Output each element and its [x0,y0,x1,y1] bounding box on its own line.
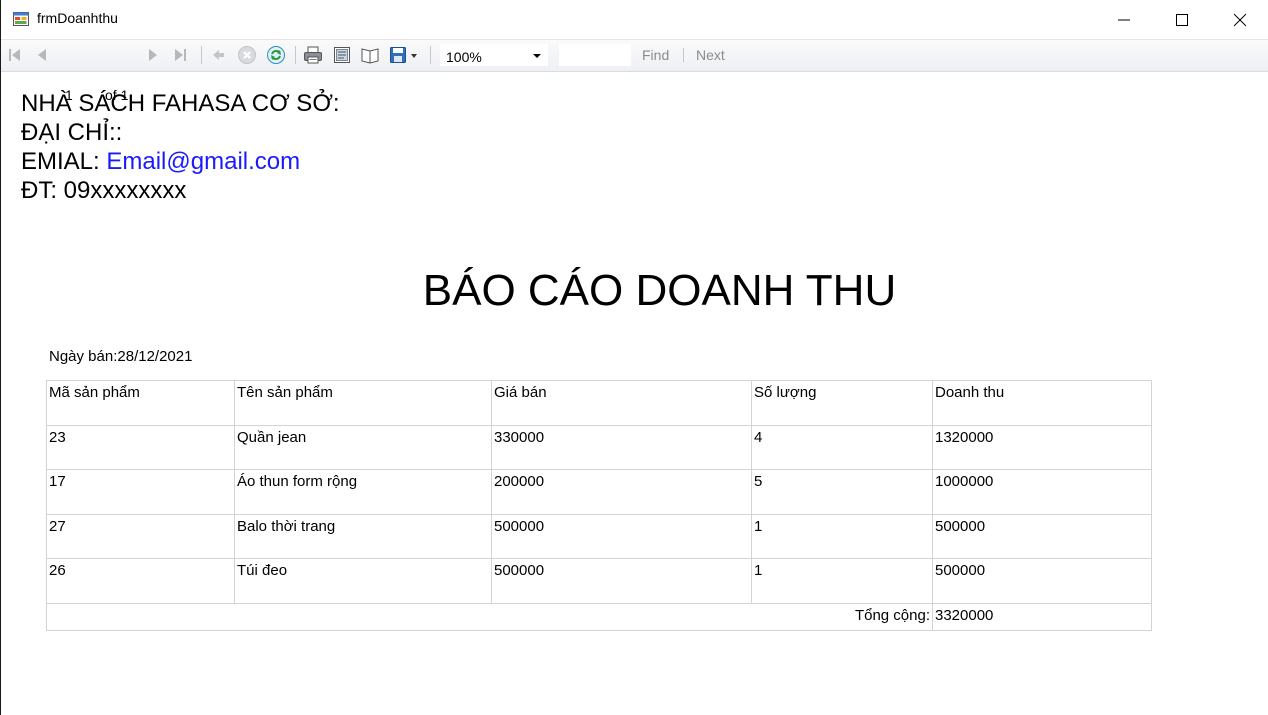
product-name-cell: Túi đeo [234,558,492,604]
sale-date: Ngày bán:28/12/2021 [49,348,193,365]
total-label: Tổng cộng: [46,602,933,631]
email-label: EMIAL: [21,148,100,175]
page-setup-icon [361,48,379,64]
table-header-row: Mã sản phẩm Tên sản phẩm Giá bán Số lượn… [46,380,1152,426]
stop-icon [238,46,256,64]
save-export-icon [390,47,417,63]
minimize-icon [1118,19,1130,21]
refresh-icon [267,46,285,64]
column-header: Số lượng [751,380,933,426]
revenue-table: Mã sản phẩm Tên sản phẩm Giá bán Số lượn… [46,380,1152,631]
column-header: Tên sản phẩm [234,380,492,426]
address-line: ĐẠI CHỈ:: [21,119,123,146]
previous-page-icon [38,49,46,61]
print-layout-icon [334,47,350,63]
back-button[interactable] [210,45,226,65]
product-id-cell: 23 [46,424,235,470]
revenue-cell: 500000 [932,513,1152,559]
stop-button[interactable] [237,45,257,65]
table-row: 26 Túi đeo 500000 1 500000 [46,558,1152,604]
total-value: 3320000 [932,602,1152,631]
maximize-icon [1176,14,1188,26]
revenue-cell: 500000 [932,558,1152,604]
report-toolbar: of 1 [1,40,1268,104]
zoom-value: 100% [446,49,482,65]
refresh-button[interactable] [266,45,286,65]
next-page-icon [149,49,157,61]
table-row: 23 Quần jean 330000 4 1320000 [46,424,1152,470]
find-separator [683,48,684,62]
revenue-cell: 1320000 [932,424,1152,470]
close-button[interactable] [1211,0,1268,39]
column-header: Doanh thu [932,380,1152,426]
back-arrow-icon [213,50,224,60]
printer-icon [304,46,322,64]
column-header: Giá bán [491,380,752,426]
price-cell: 500000 [491,513,752,559]
email-link[interactable]: Email@gmail.com [106,148,300,175]
table-row: 27 Balo thời trang 500000 1 500000 [46,513,1152,559]
minimize-button[interactable] [1095,0,1153,39]
toolbar-separator [430,46,431,64]
print-button[interactable] [303,45,323,65]
report-viewer-window: frmDoanhthu of 1 [0,0,1268,715]
revenue-cell: 1000000 [932,469,1152,515]
app-form-icon [13,12,29,26]
column-header: Mã sản phẩm [46,380,235,426]
email-line: EMIAL: Email@gmail.com [21,147,300,176]
price-cell: 200000 [491,469,752,515]
page-setup-button[interactable] [360,45,380,65]
store-name: NHÀ SÁCH FAHASA CƠ SỞ: [21,90,340,117]
previous-page-button[interactable] [35,45,49,65]
close-icon [1233,13,1247,27]
product-id-cell: 26 [46,558,235,604]
table-total-row: Tổng cộng: 3320000 [46,602,1152,631]
find-text-input[interactable] [559,44,631,66]
table-row: 17 Áo thun form rộng 200000 5 1000000 [46,469,1152,515]
phone-line: ĐT: 09xxxxxxxx [21,177,187,204]
export-button[interactable] [389,45,419,65]
first-page-icon [9,49,20,61]
chevron-down-icon [533,54,541,58]
last-page-icon [175,49,186,61]
price-cell: 500000 [491,558,752,604]
window-title: frmDoanhthu [37,10,118,26]
quantity-cell: 1 [751,513,933,559]
next-link[interactable]: Next [696,47,725,63]
report-title: BÁO CÁO DOANH THU [422,266,897,315]
price-cell: 330000 [491,424,752,470]
toolbar-separator [201,46,202,64]
quantity-cell: 5 [751,469,933,515]
zoom-dropdown[interactable]: 100% [440,44,548,66]
product-id-cell: 17 [46,469,235,515]
next-page-button[interactable] [146,45,160,65]
quantity-cell: 4 [751,424,933,470]
last-page-button[interactable] [172,45,188,65]
title-bar: frmDoanhthu [1,0,1268,40]
product-name-cell: Balo thời trang [234,513,492,559]
first-page-button[interactable] [7,45,23,65]
find-link[interactable]: Find [642,47,669,63]
product-id-cell: 27 [46,513,235,559]
quantity-cell: 1 [751,558,933,604]
toolbar-separator [295,46,296,64]
product-name-cell: Áo thun form rộng [234,469,492,515]
print-layout-button[interactable] [332,45,352,65]
product-name-cell: Quần jean [234,424,492,470]
maximize-button[interactable] [1153,0,1211,39]
